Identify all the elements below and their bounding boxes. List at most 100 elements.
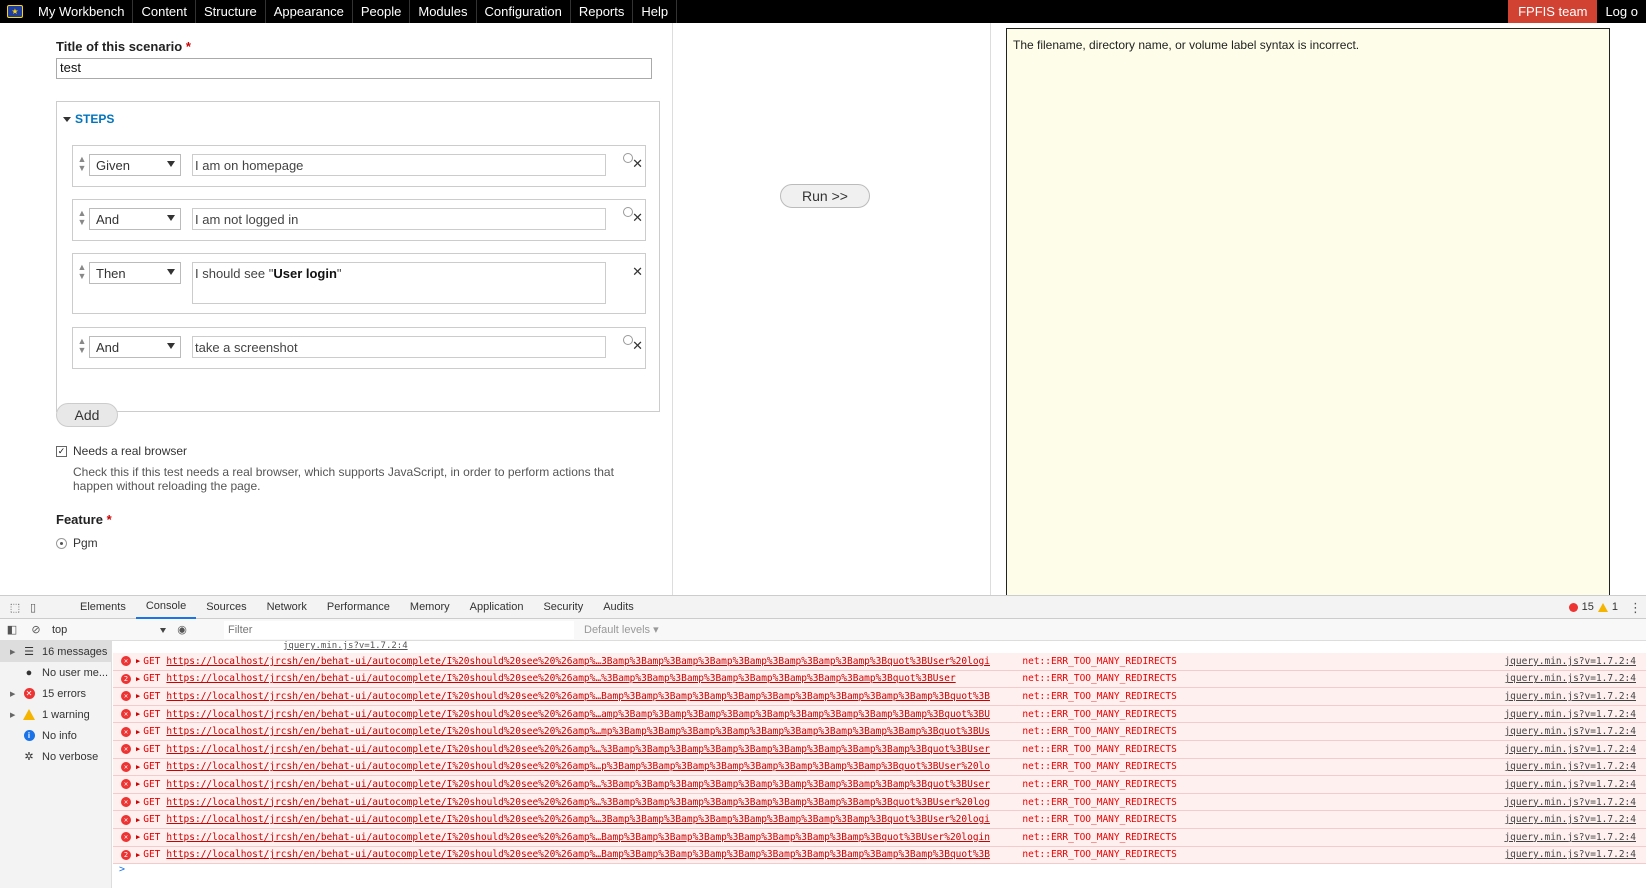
expand-arrow-icon[interactable]: ▶ <box>136 851 140 859</box>
expand-arrow-icon[interactable]: ▶ <box>136 763 140 771</box>
add-step-button[interactable]: Add <box>56 403 118 427</box>
log-levels-dropdown[interactable]: Default levels ▾ <box>584 623 659 636</box>
step-text-input[interactable]: take a screenshot <box>192 336 606 358</box>
title-input[interactable]: test <box>56 58 652 79</box>
step-keyword-select[interactable]: And <box>89 208 181 230</box>
toolbar-item-content[interactable]: Content <box>133 0 197 23</box>
request-url-link[interactable]: https://localhost/jrcsh/en/behat-ui/auto… <box>166 656 1016 667</box>
drag-handle-icon[interactable]: ▲ ▼ <box>77 337 87 359</box>
source-link[interactable]: jquery.min.js?v=1.7.2:4 <box>1504 814 1636 825</box>
request-url-link[interactable]: https://localhost/jrcsh/en/behat-ui/auto… <box>166 726 1016 737</box>
remove-step-icon[interactable]: ✕ <box>632 156 643 172</box>
toolbar-item-reports[interactable]: Reports <box>571 0 634 23</box>
tab-application[interactable]: Application <box>460 596 534 619</box>
request-url-link[interactable]: https://localhost/jrcsh/en/behat-ui/auto… <box>166 691 1016 702</box>
log-row[interactable]: ✕ ▶ GET https://localhost/jrcsh/en/behat-ui… <box>113 828 1646 847</box>
step-text-input[interactable]: I am on homepage <box>192 154 606 176</box>
request-url-link[interactable]: https://localhost/jrcsh/en/behat-ui/auto… <box>166 673 1016 684</box>
expand-arrow-icon[interactable]: ▶ <box>136 780 140 788</box>
eye-icon[interactable]: ◉ <box>170 623 194 636</box>
toolbar-item-my-workbench[interactable]: My Workbench <box>30 0 134 23</box>
expand-arrow-icon[interactable]: ▶ <box>136 745 140 753</box>
expand-arrow-icon[interactable]: ▶ <box>136 710 140 718</box>
log-row[interactable]: ✕ ▶ GET https://localhost/jrcsh/en/behat-ui… <box>113 653 1646 671</box>
toolbar-item-modules[interactable]: Modules <box>410 0 477 23</box>
log-row[interactable]: ✕ ▶ GET https://localhost/jrcsh/en/behat-ui… <box>113 740 1646 759</box>
context-select[interactable]: top <box>48 624 170 636</box>
request-url-link[interactable]: https://localhost/jrcsh/en/behat-ui/auto… <box>166 779 1016 790</box>
source-link[interactable]: jquery.min.js?v=1.7.2:4 <box>1504 779 1636 790</box>
sidebar-item-errors[interactable]: ▶ ✕ 15 errors <box>0 683 111 704</box>
log-row[interactable]: ✕ ▶ GET https://localhost/jrcsh/en/behat-ui… <box>113 811 1646 829</box>
feature-radio[interactable] <box>56 537 67 549</box>
source-link[interactable]: jquery.min.js?v=1.7.2:4 <box>1504 761 1636 772</box>
drag-handle-icon[interactable]: ▲ ▼ <box>77 155 87 177</box>
toolbar-item-help[interactable]: Help <box>633 0 678 23</box>
expand-arrow-icon[interactable]: ▶ <box>136 833 140 841</box>
tab-security[interactable]: Security <box>533 596 593 619</box>
expand-arrow-icon[interactable]: ▶ <box>136 675 140 683</box>
feature-radio-row[interactable]: Pgm <box>56 536 98 550</box>
tab-sources[interactable]: Sources <box>196 596 256 619</box>
more-options-icon[interactable]: ⋮ <box>1629 596 1642 619</box>
remove-step-icon[interactable]: ✕ <box>632 338 643 354</box>
real-browser-checkbox[interactable]: ✓ <box>56 445 67 457</box>
expand-arrow-icon[interactable]: ▶ <box>136 692 140 700</box>
run-button[interactable]: Run >> <box>780 184 870 208</box>
tab-network[interactable]: Network <box>257 596 317 619</box>
console-prompt[interactable]: > <box>113 864 1646 875</box>
real-browser-checkbox-row[interactable]: ✓ Needs a real browser <box>56 444 187 458</box>
source-link[interactable]: jquery.min.js?v=1.7.2:4 <box>1504 832 1636 843</box>
device-toolbar-icon[interactable]: ▯ <box>24 596 42 619</box>
tab-performance[interactable]: Performance <box>317 596 400 619</box>
sidebar-item-info[interactable]: i No info <box>0 725 111 746</box>
drag-handle-icon[interactable]: ▲ ▼ <box>77 209 87 231</box>
step-keyword-select[interactable]: Given <box>89 154 181 176</box>
logout-link[interactable]: Log o <box>1597 0 1646 23</box>
expand-arrow-icon[interactable]: ▶ <box>136 728 140 736</box>
step-keyword-select[interactable]: Then <box>89 262 181 284</box>
request-url-link[interactable]: https://localhost/jrcsh/en/behat-ui/auto… <box>166 849 1016 860</box>
request-url-link[interactable]: https://localhost/jrcsh/en/behat-ui/auto… <box>166 797 1016 808</box>
request-url-link[interactable]: https://localhost/jrcsh/en/behat-ui/auto… <box>166 814 1016 825</box>
source-link[interactable]: jquery.min.js?v=1.7.2:4 <box>1504 673 1636 684</box>
toolbar-item-people[interactable]: People <box>353 0 411 23</box>
filter-input[interactable] <box>224 620 574 639</box>
sidebar-toggle-icon[interactable]: ◧ <box>0 623 24 636</box>
expand-arrow-icon[interactable]: ▶ <box>136 657 140 665</box>
request-url-link[interactable]: https://localhost/jrcsh/en/behat-ui/auto… <box>166 709 1016 720</box>
remove-step-icon[interactable]: ✕ <box>632 264 643 280</box>
log-row[interactable]: ✕ ▶ GET https://localhost/jrcsh/en/behat-ui… <box>113 776 1646 794</box>
log-row[interactable]: ✕ ▶ GET https://localhost/jrcsh/en/behat-ui… <box>113 688 1646 706</box>
expand-arrow-icon[interactable]: ▶ <box>136 816 140 824</box>
drag-handle-icon[interactable]: ▲ ▼ <box>77 263 87 285</box>
source-link[interactable]: jquery.min.js?v=1.7.2:4 <box>1504 691 1636 702</box>
sidebar-item-warnings[interactable]: ▶ 1 warning <box>0 704 111 725</box>
request-url-link[interactable]: https://localhost/jrcsh/en/behat-ui/auto… <box>166 744 1016 755</box>
team-badge[interactable]: FPFIS team <box>1508 0 1598 23</box>
inspect-icon[interactable]: ⬚ <box>6 596 24 619</box>
step-keyword-select[interactable]: And <box>89 336 181 358</box>
tab-console[interactable]: Console <box>135 596 197 619</box>
log-row[interactable]: ✕ ▶ GET https://localhost/jrcsh/en/behat-ui… <box>113 793 1646 812</box>
source-link[interactable]: jquery.min.js?v=1.7.2:4 <box>1504 797 1636 808</box>
home-icon[interactable]: ★ <box>0 0 30 23</box>
log-row[interactable]: 2 ▶ GET https://localhost/jrcsh/en/behat-ui… <box>113 846 1646 865</box>
clear-console-icon[interactable]: ⊘ <box>24 623 48 636</box>
previous-source-link[interactable]: jquery.min.js?v=1.7.2:4 <box>113 641 1646 653</box>
sidebar-item-messages[interactable]: ▶ ☰ 16 messages <box>0 641 111 662</box>
source-link[interactable]: jquery.min.js?v=1.7.2:4 <box>1504 726 1636 737</box>
remove-step-icon[interactable]: ✕ <box>632 210 643 226</box>
tab-memory[interactable]: Memory <box>400 596 460 619</box>
source-link[interactable]: jquery.min.js?v=1.7.2:4 <box>1504 849 1636 860</box>
toolbar-item-appearance[interactable]: Appearance <box>266 0 353 23</box>
toolbar-item-structure[interactable]: Structure <box>196 0 266 23</box>
tab-elements[interactable]: Elements <box>70 596 136 619</box>
log-row[interactable]: 2 ▶ GET https://localhost/jrcsh/en/behat-ui… <box>113 670 1646 689</box>
request-url-link[interactable]: https://localhost/jrcsh/en/behat-ui/auto… <box>166 832 1016 843</box>
step-text-area[interactable]: I should see "User login" <box>192 262 606 304</box>
log-row[interactable]: ✕ ▶ GET https://localhost/jrcsh/en/behat-ui… <box>113 758 1646 777</box>
sidebar-item-verbose[interactable]: ✲ No verbose <box>0 746 111 767</box>
source-link[interactable]: jquery.min.js?v=1.7.2:4 <box>1504 744 1636 755</box>
step-text-input[interactable]: I am not logged in <box>192 208 606 230</box>
